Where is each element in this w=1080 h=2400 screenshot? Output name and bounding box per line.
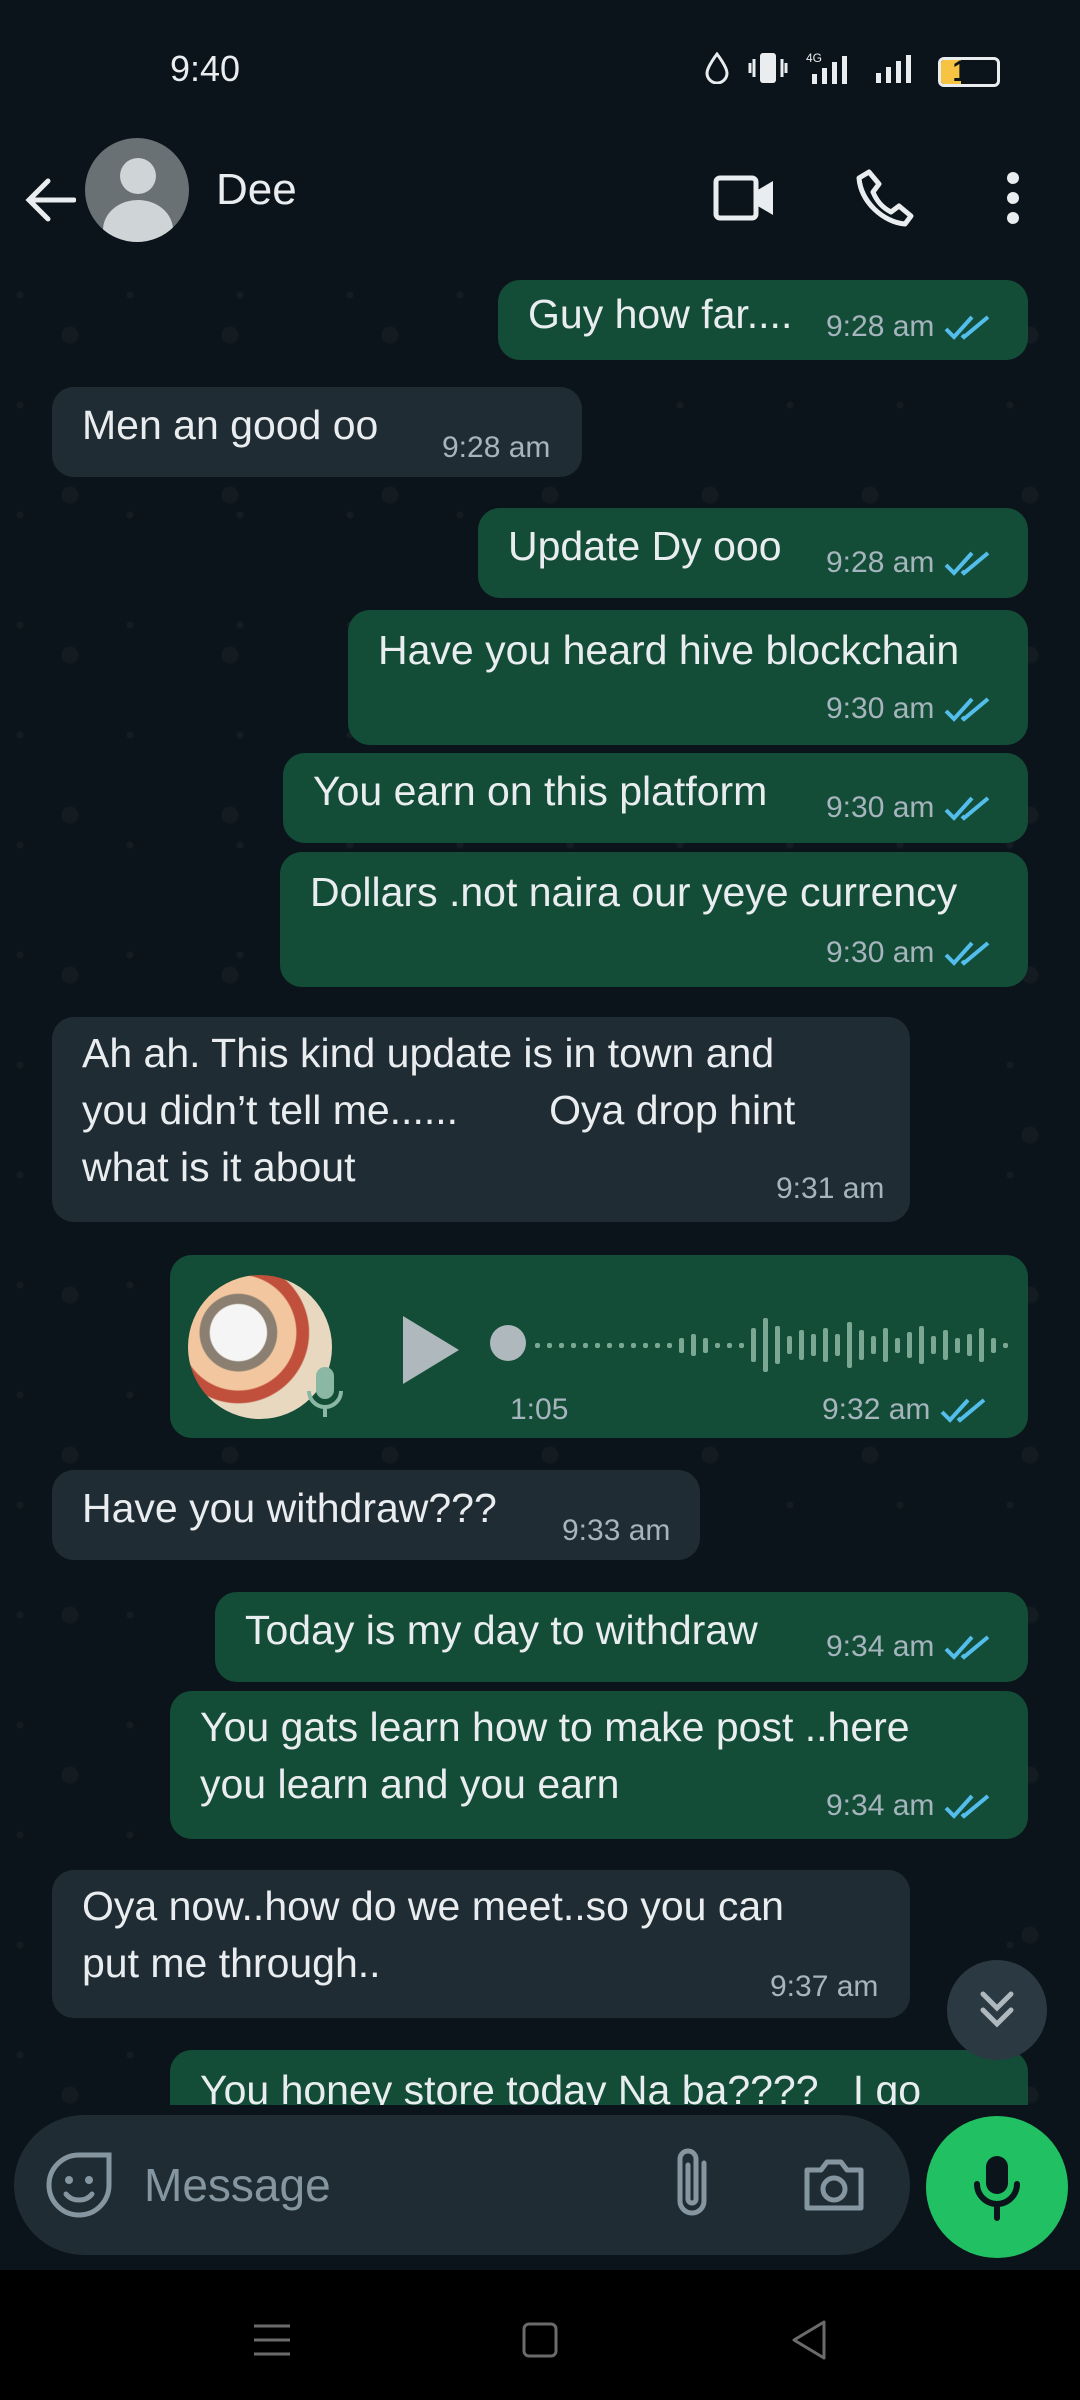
- read-receipt-icon: [944, 1635, 990, 1660]
- microphone-icon: [307, 1367, 343, 1417]
- message-time: 9:34 am: [826, 1789, 935, 1822]
- message-meta: 9:28 am: [442, 431, 550, 465]
- message-text: You honey store today Na ba???? I go: [200, 2067, 922, 2105]
- message-text: Ah ah. This kind update is in town and y…: [82, 1030, 796, 1190]
- message-text: Dollars .not naira our yeye currency: [310, 869, 958, 915]
- message-bubble-outgoing[interactable]: Update Dy ooo 9:28 am: [478, 508, 1028, 598]
- avatar[interactable]: [85, 138, 189, 242]
- double-chevron-down-icon: [980, 1991, 1014, 2028]
- message-time: 9:30 am: [826, 936, 935, 969]
- message-time: 9:30 am: [826, 791, 935, 824]
- message-bubble-incoming[interactable]: Have you withdraw??? 9:33 am: [52, 1470, 700, 1560]
- message-time: 9:37 am: [770, 1970, 879, 2003]
- message-meta: 9:30 am: [826, 692, 992, 726]
- read-receipt-icon: [944, 1794, 990, 1819]
- voice-message-bubble[interactable]: 1:05 9:32 am: [170, 1255, 1028, 1438]
- more-options-icon[interactable]: [978, 163, 1048, 233]
- audio-waveform[interactable]: [535, 1310, 1080, 1380]
- status-time: 9:40: [170, 48, 241, 89]
- message-meta: 9:34 am: [826, 1789, 992, 1823]
- video-call-icon[interactable]: [710, 163, 780, 233]
- message-bubble-outgoing[interactable]: You gats learn how to make post ..here y…: [170, 1691, 1028, 1839]
- back-triangle-icon[interactable]: [778, 2310, 838, 2370]
- message-time: 9:30 am: [826, 692, 935, 725]
- message-bubble-incoming[interactable]: Oya now..how do we meet..so you can put …: [52, 1870, 910, 2018]
- message-meta: 9:32 am: [822, 1393, 988, 1427]
- message-meta: 9:37 am: [770, 1970, 878, 2004]
- status-icons: 4G 14: [704, 50, 1000, 94]
- drop-icon: [704, 51, 730, 92]
- chat-area[interactable]: Guy how far.... 9:28 am Men an good oo 9…: [0, 275, 1080, 2105]
- message-bubble-outgoing[interactable]: Dollars .not naira our yeye currency 9:3…: [280, 852, 1028, 987]
- signal-icon-1: 4G: [806, 50, 856, 94]
- scroll-to-bottom-button[interactable]: [947, 1960, 1047, 2060]
- message-meta: 9:28 am: [826, 310, 992, 344]
- message-meta: 9:30 am: [826, 936, 992, 970]
- message-time: 9:31 am: [776, 1172, 885, 1205]
- message-meta: 9:28 am: [826, 546, 992, 580]
- message-composer: [14, 2115, 910, 2255]
- message-text: Update Dy ooo: [508, 523, 782, 569]
- battery-indicator: 14: [938, 55, 1000, 88]
- message-text: Guy how far....: [528, 291, 793, 337]
- vibrate-icon: [748, 51, 788, 93]
- message-bubble-outgoing[interactable]: Today is my day to withdraw 9:34 am: [215, 1592, 1028, 1682]
- read-receipt-icon: [944, 796, 990, 821]
- chat-header: Dee: [0, 135, 1080, 275]
- microphone-icon: [974, 2156, 1020, 2221]
- voice-duration: 1:05: [510, 1393, 569, 1426]
- message-input[interactable]: [144, 2150, 644, 2220]
- message-bubble-incoming[interactable]: Men an good oo 9:28 am: [52, 387, 582, 477]
- play-icon[interactable]: [395, 1310, 465, 1390]
- voice-record-button[interactable]: [926, 2116, 1068, 2258]
- contact-name[interactable]: Dee: [216, 165, 297, 215]
- read-receipt-icon: [944, 315, 990, 340]
- voice-call-icon[interactable]: [850, 163, 920, 233]
- message-meta: 9:30 am: [826, 791, 992, 825]
- recents-menu-icon[interactable]: [242, 2310, 302, 2370]
- status-bar: 9:40 4G 14: [0, 0, 1080, 140]
- message-bubble-outgoing[interactable]: You honey store today Na ba???? I go: [170, 2050, 1028, 2105]
- attach-paperclip-icon[interactable]: [664, 2145, 724, 2225]
- message-bubble-outgoing[interactable]: You earn on this platform 9:30 am: [283, 753, 1028, 843]
- message-time: 9:28 am: [826, 310, 935, 343]
- read-receipt-icon: [940, 1398, 986, 1423]
- message-time: 9:28 am: [826, 546, 935, 579]
- camera-icon[interactable]: [799, 2150, 869, 2220]
- read-receipt-icon: [944, 941, 990, 966]
- home-square-icon[interactable]: [510, 2310, 570, 2370]
- message-time: 9:34 am: [826, 1630, 935, 1663]
- message-meta: 9:31 am: [776, 1172, 884, 1206]
- message-text: Men an good oo: [82, 402, 379, 448]
- svg-text:4G: 4G: [806, 51, 822, 65]
- message-text: Have you withdraw???: [82, 1485, 497, 1531]
- message-time: 9:32 am: [822, 1393, 931, 1426]
- message-time: 9:33 am: [562, 1514, 671, 1547]
- message-time: 9:28 am: [442, 431, 551, 464]
- message-bubble-outgoing[interactable]: Guy how far.... 9:28 am: [498, 280, 1028, 360]
- back-arrow-icon[interactable]: [20, 165, 80, 235]
- read-receipt-icon: [944, 697, 990, 722]
- playback-scrubber[interactable]: [490, 1325, 526, 1361]
- message-text: Have you heard hive blockchain: [378, 627, 960, 673]
- message-text: You gats learn how to make post ..here y…: [200, 1704, 910, 1807]
- message-bubble-outgoing[interactable]: Have you heard hive blockchain 9:30 am: [348, 610, 1028, 745]
- signal-icon-2: [874, 51, 920, 93]
- read-receipt-icon: [944, 551, 990, 576]
- message-bubble-incoming[interactable]: Ah ah. This kind update is in town and y…: [52, 1017, 910, 1222]
- message-meta: 9:34 am: [826, 1630, 992, 1664]
- message-text: Oya now..how do we meet..so you can put …: [82, 1883, 784, 1986]
- message-text: Today is my day to withdraw: [245, 1607, 758, 1653]
- system-navigation-bar: [0, 2270, 1080, 2400]
- message-meta: 9:33 am: [562, 1514, 670, 1548]
- message-text: You earn on this platform: [313, 768, 768, 814]
- sticker-emoji-icon[interactable]: [44, 2150, 114, 2220]
